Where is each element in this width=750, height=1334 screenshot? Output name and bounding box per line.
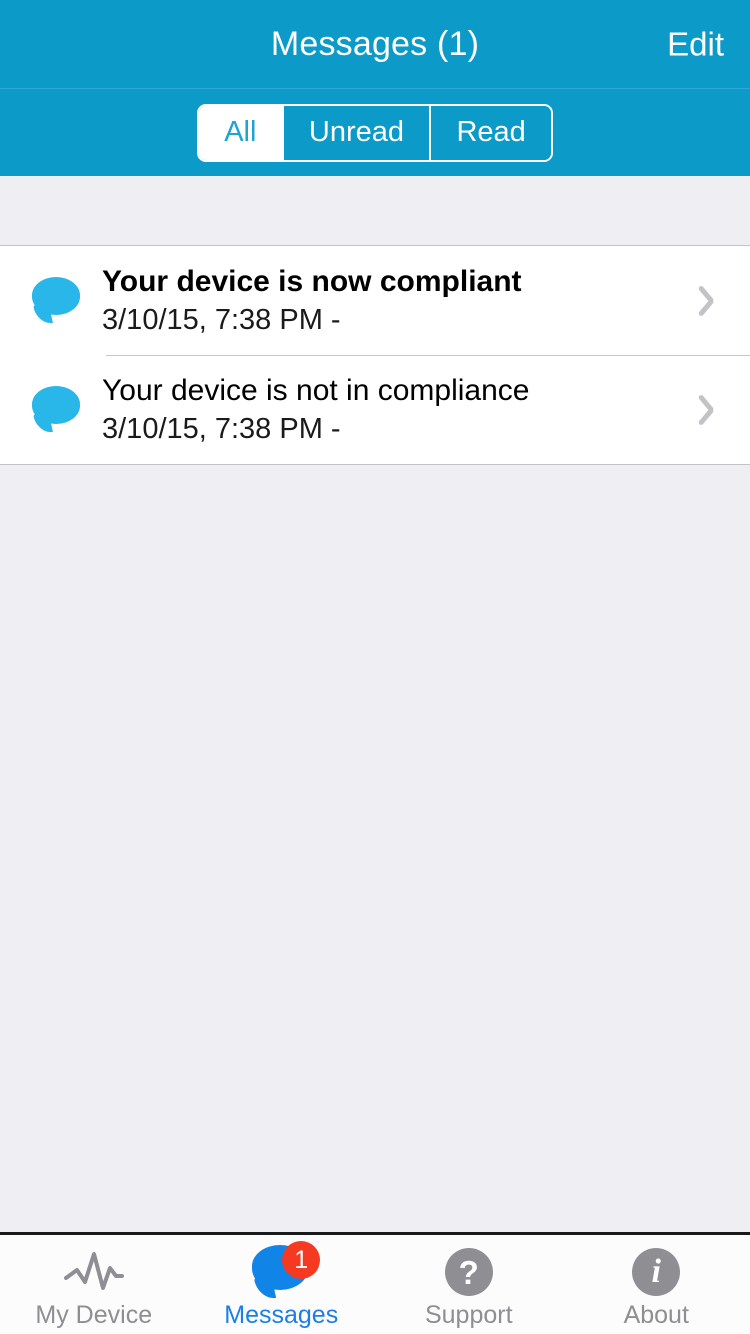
pulse-icon [0,1245,188,1299]
unread-badge: 1 [282,1241,321,1279]
chevron-right-icon[interactable] [706,282,728,320]
tab-messages[interactable]: 1 Messages [188,1235,376,1334]
pulse-icon-svg [63,1252,124,1290]
speech-bubble-icon: 1 [188,1241,376,1299]
tab-support[interactable]: ? Support [375,1235,563,1334]
message-timestamp: 3/10/15, 7:38 PM - [102,304,341,337]
tab-my-device[interactable]: My Device [0,1235,188,1334]
navigation-bar: Messages (1) Edit [0,0,750,88]
chevron-right-icon[interactable] [706,391,728,429]
table-row[interactable]: Your device is not in compliance 3/10/15… [0,355,750,464]
tab-label: My Device [35,1301,153,1329]
question-mark-glyph: ? [444,1248,493,1296]
message-timestamp: 3/10/15, 7:38 PM - [102,413,341,446]
table-row[interactable]: Your device is now compliant 3/10/15, 7:… [0,246,750,355]
list-top-spacer [0,176,750,245]
message-text-block: Your device is not in compliance 3/10/15… [96,372,696,448]
message-title: Your device is not in compliance [102,373,530,407]
edit-button[interactable]: Edit [667,28,724,61]
filter-segment-read[interactable]: Read [429,105,551,160]
tab-label: Support [424,1301,513,1329]
info-glyph: i [632,1248,681,1296]
tab-about[interactable]: i About [563,1235,750,1334]
tab-bar: My Device 1 Messages ? Support i About [0,1232,750,1334]
tab-label: About [623,1301,689,1329]
speech-bubble-icon [28,385,84,434]
message-text-block: Your device is now compliant 3/10/15, 7:… [96,263,696,339]
info-icon: i [563,1245,750,1299]
message-list: Your device is now compliant 3/10/15, 7:… [0,245,750,465]
speech-bubble-icon [28,276,84,325]
filter-bar: All Unread Read [0,88,750,176]
message-list-container: Your device is now compliant 3/10/15, 7:… [0,176,750,1232]
filter-segment-unread[interactable]: Unread [281,105,430,160]
message-title: Your device is now compliant [102,264,522,298]
page-title: Messages (1) [270,25,480,63]
message-filter-segmented-control[interactable]: All Unread Read [197,103,553,162]
tab-label: Messages [224,1301,339,1329]
filter-segment-all[interactable]: All [199,105,282,160]
question-mark-icon: ? [375,1245,563,1299]
